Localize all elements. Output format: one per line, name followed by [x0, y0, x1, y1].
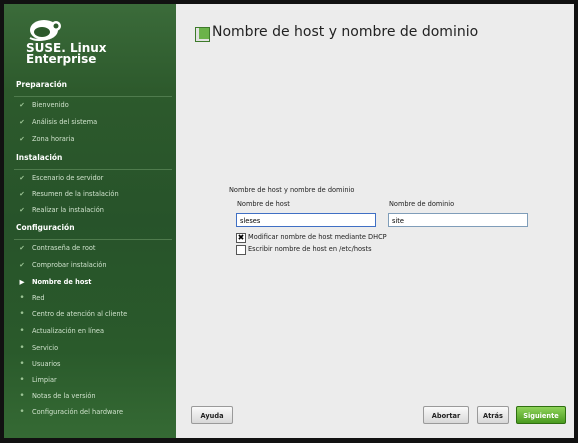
abort-button[interactable]: Abortar — [423, 406, 469, 424]
domain-input[interactable]: site — [388, 213, 528, 227]
checkmark-icon: ✔ — [19, 118, 25, 126]
sidebar-step-item: • Servicio — [16, 343, 59, 353]
dot-icon: • — [19, 309, 25, 319]
dhcp-checkbox[interactable]: ✖ — [236, 233, 246, 243]
sidebar-step-label: Bienvenido — [32, 101, 69, 109]
hostname-input[interactable]: sleses — [236, 213, 376, 227]
sidebar-step-item: ✔ Realizar la instalación — [16, 206, 104, 214]
dot-icon: • — [19, 359, 25, 369]
sidebar-step-label: Realizar la instalación — [32, 206, 104, 214]
sidebar-step-item: • Notas de la versión — [16, 391, 96, 401]
sidebar-step-item: ✔ Zona horaria — [16, 135, 74, 143]
sidebar-step-label: Análisis del sistema — [32, 118, 98, 126]
dot-icon: • — [19, 391, 25, 401]
sidebar: SUSE. Linux Enterprise Preparación ✔ Bienv… — [4, 4, 176, 438]
dot-icon: • — [19, 407, 25, 417]
sidebar-step-item: • Centro de atención al cliente — [16, 309, 128, 319]
checkmark-icon: ✔ — [19, 135, 25, 143]
sidebar-step-label: Configuración del hardware — [32, 408, 124, 416]
checkmark-icon: ✔ — [19, 206, 25, 214]
sidebar-step-label: Escenario de servidor — [32, 174, 104, 182]
sidebar-step-item: ✔ Resumen de la instalación — [16, 190, 119, 198]
sidebar-step-label: Zona horaria — [32, 135, 75, 143]
sidebar-separator — [14, 239, 172, 240]
sidebar-step-item: • Configuración del hardware — [16, 407, 124, 417]
dot-icon: • — [19, 293, 25, 303]
sidebar-step-label: Centro de atención al cliente — [32, 310, 128, 318]
sidebar-step-label: Nombre de host — [32, 278, 92, 286]
sidebar-separator — [14, 96, 172, 97]
dot-icon: • — [19, 343, 25, 353]
sidebar-step-label: Actualización en línea — [32, 327, 105, 335]
sidebar-step-item: ✔ Comprobar instalación — [16, 261, 107, 269]
sidebar-step-item: ✔ Escenario de servidor — [16, 174, 103, 182]
hosts-checkbox-label[interactable]: Escribir nombre de host en /etc/hosts — [248, 245, 372, 253]
help-button[interactable]: Ayuda — [191, 406, 233, 424]
suse-logo-icon — [29, 20, 61, 41]
arrow-right-icon: ▶ — [19, 278, 25, 286]
sidebar-step-item: • Limpiar — [16, 375, 57, 385]
checkmark-icon: ✔ — [19, 101, 25, 109]
checkmark-icon: ✔ — [19, 190, 25, 198]
dot-icon: • — [19, 326, 25, 336]
back-button[interactable]: Atrás — [477, 406, 509, 424]
installer-window: SUSE. Linux Enterprise Preparación ✔ Bienv… — [0, 0, 578, 443]
network-host-icon — [195, 27, 210, 42]
sidebar-step-item: ✔ Contraseña de root — [16, 244, 96, 252]
sidebar-step-item: • Actualización en línea — [16, 326, 105, 336]
brand-name: SUSE. Linux Enterprise — [26, 42, 107, 66]
sidebar-section-title: Preparación — [16, 80, 67, 89]
sidebar-section-title: Configuración — [16, 223, 75, 232]
group-label: Nombre de host y nombre de dominio — [229, 186, 355, 194]
sidebar-step-label: Resumen de la instalación — [32, 190, 119, 198]
sidebar-step-item: ✔ Análisis del sistema — [16, 118, 97, 126]
domain-label: Nombre de dominio — [389, 200, 455, 208]
sidebar-separator — [14, 169, 172, 170]
sidebar-step-label: Red — [32, 294, 45, 302]
sidebar-step-label: Comprobar instalación — [32, 261, 107, 269]
brand-line2: Enterprise — [26, 52, 97, 66]
dhcp-checkbox-label[interactable]: Modificar nombre de host mediante DHCP — [248, 233, 387, 241]
sidebar-step-item: ▶ Nombre de host — [16, 278, 91, 286]
sidebar-step-label: Usuarios — [32, 360, 61, 368]
checkmark-icon: ✔ — [19, 244, 25, 252]
sidebar-step-item: ✔ Bienvenido — [16, 101, 69, 109]
checkmark-icon: ✔ — [19, 261, 25, 269]
sidebar-step-label: Contraseña de root — [32, 244, 96, 252]
page-title: Nombre de host y nombre de dominio — [212, 24, 479, 40]
sidebar-step-item: • Red — [16, 293, 45, 303]
hostname-label: Nombre de host — [237, 200, 290, 208]
sidebar-step-label: Limpiar — [32, 376, 57, 384]
next-button[interactable]: Siguiente — [516, 406, 566, 424]
sidebar-step-label: Notas de la versión — [32, 392, 96, 400]
sidebar-step-item: • Usuarios — [16, 359, 61, 369]
dot-icon: • — [19, 375, 25, 385]
sidebar-step-label: Servicio — [32, 344, 59, 352]
hosts-checkbox[interactable] — [236, 245, 246, 255]
checkmark-icon: ✔ — [19, 174, 25, 182]
sidebar-section-title: Instalación — [16, 153, 63, 162]
